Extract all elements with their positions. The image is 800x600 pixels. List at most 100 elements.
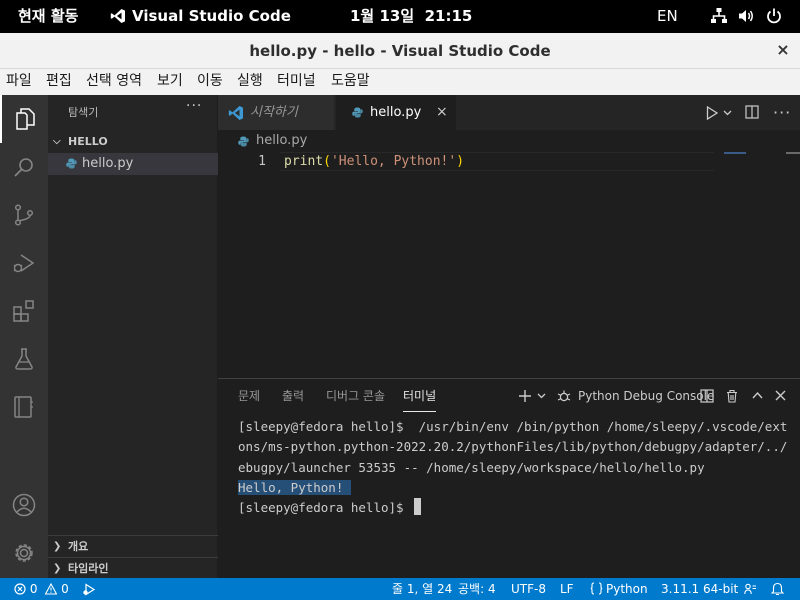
terminal-line: ons/ms-python.python-2022.20.2/pythonFil…: [238, 439, 788, 455]
accounts-button[interactable]: [0, 481, 48, 529]
indentation[interactable]: 공백: 4: [458, 578, 496, 600]
split-terminal-icon[interactable]: [700, 389, 714, 403]
tab-close-button[interactable]: ×: [436, 95, 448, 130]
volume-icon[interactable]: [737, 7, 755, 25]
terminal-line: Hello, Python!: [238, 478, 788, 498]
chevron-right-icon: ❯: [53, 563, 62, 574]
workspace-folder-label: HELLO: [68, 135, 108, 148]
trash-icon[interactable]: [725, 389, 739, 403]
explorer-more-actions[interactable]: ···: [186, 98, 202, 114]
menu-file[interactable]: 파일: [6, 69, 32, 94]
clock[interactable]: 1월 13일 21:15: [350, 0, 472, 33]
search-button[interactable]: [0, 143, 48, 191]
menubar: 파일 편집 선택 영역 보기 이동 실행 터미널 도움말: [0, 69, 800, 95]
run-debug-icon: [13, 254, 35, 273]
panel-tab-debug-console[interactable]: 디버그 콘솔: [326, 379, 385, 412]
close-panel-icon[interactable]: [775, 390, 786, 401]
explorer-button[interactable]: [0, 95, 48, 143]
input-language[interactable]: EN: [657, 0, 678, 33]
run-debug-button[interactable]: [0, 239, 48, 287]
activities-button[interactable]: 현재 활동: [18, 0, 78, 33]
file-tree-item[interactable]: hello.py: [48, 153, 218, 175]
timeline-section-header[interactable]: ❯ 타임라인: [48, 557, 218, 578]
tab-hello-py-label: hello.py: [370, 105, 422, 120]
menu-run[interactable]: 실행: [237, 69, 263, 94]
outline-section-header[interactable]: ❯ 개요: [48, 535, 218, 557]
testing-button[interactable]: [0, 335, 48, 383]
terminal-instance-name[interactable]: Python Debug Console: [578, 379, 714, 412]
language-mode[interactable]: Python: [590, 578, 648, 600]
workspace-folder-header[interactable]: ⌵ HELLO: [48, 131, 218, 153]
maximize-panel-chevron-up-icon[interactable]: [752, 391, 763, 400]
window-titlebar[interactable]: hello.py - hello - Visual Studio Code ×: [0, 33, 800, 69]
language-label: Python: [606, 582, 648, 596]
tab-welcome-label: 시작하기: [250, 105, 298, 120]
debug-console-bug-icon: [557, 390, 571, 402]
end-of-line[interactable]: LF: [560, 578, 574, 600]
app-menu[interactable]: Visual Studio Code: [110, 0, 291, 33]
panel-tab-terminal[interactable]: 터미널: [403, 379, 437, 412]
python-interpreter[interactable]: 3.11.1 64-bit: [661, 578, 738, 600]
extensions-icon: [13, 300, 34, 322]
source-control-icon: [14, 204, 34, 226]
menu-selection[interactable]: 선택 영역: [86, 69, 142, 94]
more-actions-icon[interactable]: ···: [773, 95, 791, 130]
bottom-panel: 문제 출력 디버그 콘솔 터미널 Python Debug Console [s…: [218, 378, 800, 578]
manage-button[interactable]: [0, 529, 48, 577]
python-file-icon: [352, 107, 363, 118]
file-tree-item-label: hello.py: [82, 156, 134, 171]
explorer-title: 탐색기: [68, 106, 99, 119]
terminal-prompt: [sleepy@fedora hello]$: [238, 500, 412, 516]
remote-explorer-button[interactable]: [0, 383, 48, 431]
activity-bar: [0, 95, 48, 578]
app-menu-label: Visual Studio Code: [132, 7, 291, 25]
warning-icon: [44, 582, 58, 595]
menu-help[interactable]: 도움말: [331, 69, 370, 94]
testing-icon: [15, 348, 33, 370]
encoding[interactable]: UTF-8: [511, 578, 546, 600]
chevron-down-icon: ⌵: [53, 136, 61, 147]
panel-tab-problems[interactable]: 문제: [238, 379, 260, 412]
code-token-function: print: [284, 154, 324, 169]
run-options-chevron-icon[interactable]: [723, 109, 732, 117]
source-control-button[interactable]: [0, 191, 48, 239]
window-close-button[interactable]: ×: [772, 39, 794, 61]
program-output-selected: Hello, Python!: [238, 479, 351, 495]
problems-status[interactable]: 0 0: [14, 578, 69, 600]
run-python-file-icon[interactable]: [706, 106, 718, 120]
terminal-output[interactable]: [sleepy@fedora hello]$ /usr/bin/env /bin…: [238, 417, 788, 518]
system-top-bar: 현재 활동 Visual Studio Code 1월 13일 21:15 EN: [0, 0, 800, 33]
remote-explorer-icon: [14, 396, 33, 418]
terminal-profile-chevron-icon[interactable]: [537, 392, 546, 400]
power-icon[interactable]: [765, 7, 783, 25]
tab-hello-py[interactable]: hello.py ×: [336, 95, 456, 130]
code-editor[interactable]: 1 print('Hello, Python!'): [218, 152, 800, 378]
menu-go[interactable]: 이동: [197, 69, 223, 94]
vscode-logo-icon: [228, 106, 243, 120]
debug-status-icon[interactable]: [82, 583, 96, 596]
cursor-position[interactable]: 줄 1, 열 24: [392, 578, 452, 600]
breadcrumb[interactable]: hello.py: [218, 130, 800, 152]
panel-tab-output[interactable]: 출력: [282, 379, 304, 412]
notifications-bell-icon[interactable]: [771, 582, 784, 596]
code-token-paren: ): [456, 154, 465, 169]
minimap[interactable]: [724, 152, 746, 154]
new-terminal-icon[interactable]: [518, 389, 532, 403]
extensions-button[interactable]: [0, 287, 48, 335]
menu-view[interactable]: 보기: [157, 69, 183, 94]
menu-terminal[interactable]: 터미널: [277, 69, 316, 94]
menu-edit[interactable]: 편집: [46, 69, 72, 94]
search-icon: [14, 158, 33, 177]
terminal-prompt-line: [sleepy@fedora hello]$: [238, 498, 788, 518]
python-file-icon: [66, 158, 77, 169]
editor-scrollbar[interactable]: [786, 152, 800, 154]
error-icon: [14, 583, 26, 595]
line-number: 1: [258, 154, 266, 169]
network-icon[interactable]: [710, 7, 728, 25]
manage-gear-icon: [15, 544, 33, 562]
breadcrumb-file[interactable]: hello.py: [256, 133, 307, 148]
code-line[interactable]: print('Hello, Python!'): [284, 152, 464, 171]
feedback-icon[interactable]: [744, 583, 757, 596]
split-editor-icon[interactable]: [745, 105, 759, 119]
tab-welcome[interactable]: 시작하기: [218, 95, 335, 130]
